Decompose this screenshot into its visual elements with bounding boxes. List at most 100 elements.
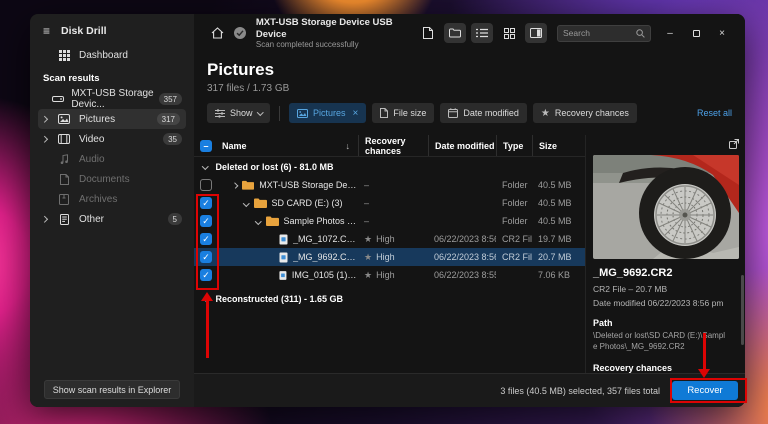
sort-down-icon[interactable]: ↓ (346, 141, 351, 151)
chevron-down-icon[interactable] (202, 163, 208, 169)
chevron-right-icon[interactable] (232, 182, 238, 188)
show-dropdown[interactable]: Show (207, 103, 270, 123)
new-file-button[interactable] (417, 23, 439, 43)
sidebar: ≡ Disk Drill Dashboard Scan results MXT-… (30, 14, 194, 407)
folder-icon (266, 216, 279, 226)
image-file-icon (279, 252, 288, 263)
count-badge: 5 (168, 213, 182, 225)
sidebar-item-label: MXT-USB Storage Devic... (71, 88, 158, 110)
files-summary: 317 files / 1.73 GB (207, 83, 732, 94)
other-icon (56, 214, 72, 225)
filter-chip-date-modified[interactable]: Date modified (440, 103, 527, 123)
file-name: _MG_9692.CR2 (293, 252, 358, 262)
star-icon: ★ (364, 270, 372, 280)
table-row[interactable]: ✓ Sample Photos (3) – Folder 40.5 MB (194, 212, 585, 230)
chevron-down-icon[interactable] (255, 218, 261, 224)
path-value: \Deleted or lost\SD CARD (E:)\Sample Pho… (593, 331, 727, 353)
list-view-button[interactable] (471, 23, 493, 43)
sidebar-item-video[interactable]: Video 35 (30, 129, 194, 149)
count-badge: 357 (159, 93, 182, 105)
chip-label: Pictures (313, 108, 346, 118)
close-button[interactable]: × (709, 22, 735, 44)
preview-panel-toggle-button[interactable] (525, 23, 547, 43)
sidebar-item-dashboard[interactable]: Dashboard (30, 45, 194, 65)
folder-icon (254, 198, 267, 208)
filter-chip-pictures[interactable]: Pictures × (289, 103, 366, 123)
filter-icon (215, 109, 225, 118)
pictures-icon (56, 114, 72, 124)
table-row[interactable]: ✓ IMG_0105 (1).JPG ★High 06/22/2023 8:55… (194, 266, 585, 284)
table-row-selected[interactable]: ✓ _MG_9692.CR2 ★High 06/22/2023 8:56... … (194, 248, 585, 266)
grid-view-button[interactable] (498, 23, 520, 43)
chevron-right-icon[interactable] (41, 216, 47, 222)
count-badge: 35 (163, 133, 182, 145)
minimize-button[interactable]: – (657, 22, 683, 44)
group-label: Reconstructed (311) - 1.65 GB (216, 294, 344, 304)
sidebar-item-pictures[interactable]: Pictures 317 (38, 109, 186, 129)
annotation-arrow-line (206, 300, 209, 358)
dashboard-icon (56, 50, 72, 61)
annotation-arrowhead-down (698, 369, 710, 378)
preview-file-info: CR2 File – 20.7 MB (593, 284, 739, 294)
preview-panel: _MG_9692.CR2 CR2 File – 20.7 MB Date mod… (585, 135, 745, 373)
annotation-box-recover (670, 378, 747, 403)
column-header-date[interactable]: Date modified (428, 135, 496, 156)
expand-preview-button[interactable] (593, 139, 739, 153)
divider (279, 106, 280, 121)
show-in-explorer-button[interactable]: Show scan results in Explorer (44, 380, 180, 399)
column-header-recovery[interactable]: Recovery chances (358, 135, 428, 156)
chevron-down-icon (257, 109, 263, 115)
sidebar-item-device[interactable]: MXT-USB Storage Devic... 357 (30, 89, 194, 109)
column-header-name[interactable]: Name (222, 141, 247, 151)
group-row-deleted[interactable]: Deleted or lost (6) - 81.0 MB (194, 157, 585, 176)
preview-date-modified: Date modified 06/22/2023 8:56 pm (593, 298, 739, 308)
group-row-reconstructed[interactable]: Reconstructed (311) - 1.65 GB (194, 289, 585, 308)
chevron-down-icon[interactable] (243, 200, 249, 206)
search-input[interactable] (563, 28, 636, 38)
sidebar-item-audio: Audio (30, 149, 194, 169)
sidebar-item-other[interactable]: Other 5 (30, 209, 194, 229)
video-icon (56, 134, 72, 144)
star-icon: ★ (541, 108, 550, 119)
file-name: MXT-USB Storage Devic... (259, 180, 358, 190)
preview-scrollbar[interactable] (741, 275, 744, 345)
preview-image[interactable] (593, 155, 739, 259)
column-header-size[interactable]: Size (532, 135, 582, 156)
table-row[interactable]: ✓ _MG_1072.CR2 ★High 06/22/2023 8:56... … (194, 230, 585, 248)
home-button[interactable] (207, 23, 228, 43)
select-all-checkbox[interactable]: – (200, 140, 212, 152)
chevron-right-icon[interactable] (41, 136, 47, 142)
file-name: SD CARD (E:) (3) (272, 198, 343, 208)
folder-icon (242, 180, 254, 190)
device-header: MXT-USB Storage Device USB Device Scan c… (194, 14, 745, 52)
recovery-chances-label: Recovery chances (593, 363, 739, 373)
file-icon (380, 108, 388, 118)
column-header-type[interactable]: Type (496, 135, 532, 156)
file-name: Sample Photos (3) (284, 216, 359, 226)
filter-chip-file-size[interactable]: File size (372, 103, 434, 123)
star-icon: ★ (364, 234, 372, 244)
sidebar-item-documents: Documents (30, 169, 194, 189)
table-row[interactable]: MXT-USB Storage Devic... – Folder 40.5 M… (194, 176, 585, 194)
filter-chip-recovery-chances[interactable]: ★ Recovery chances (533, 103, 637, 123)
maximize-button[interactable] (683, 22, 709, 44)
table-row[interactable]: ✓ SD CARD (E:) (3) – Folder 40.5 MB (194, 194, 585, 212)
search-box[interactable] (557, 25, 651, 42)
sidebar-item-label: Pictures (79, 114, 115, 125)
annotation-arrow-line (703, 333, 706, 371)
scan-results-label: Scan results (30, 65, 194, 89)
file-name: IMG_0105 (1).JPG (292, 270, 358, 280)
scan-status: Scan completed successfully (256, 40, 417, 49)
sidebar-item-label: Other (79, 214, 104, 225)
sidebar-item-label: Video (79, 134, 104, 145)
close-icon[interactable]: × (353, 108, 359, 119)
app-title: Disk Drill (61, 25, 107, 37)
chip-label: Date modified (463, 108, 519, 118)
chevron-right-icon[interactable] (41, 116, 47, 122)
path-label: Path (593, 318, 739, 328)
hamburger-menu-icon[interactable]: ≡ (43, 25, 50, 37)
count-badge: 317 (157, 113, 180, 125)
folder-button[interactable] (444, 23, 466, 43)
reset-all-link[interactable]: Reset all (697, 108, 732, 118)
row-checkbox[interactable] (200, 179, 212, 191)
